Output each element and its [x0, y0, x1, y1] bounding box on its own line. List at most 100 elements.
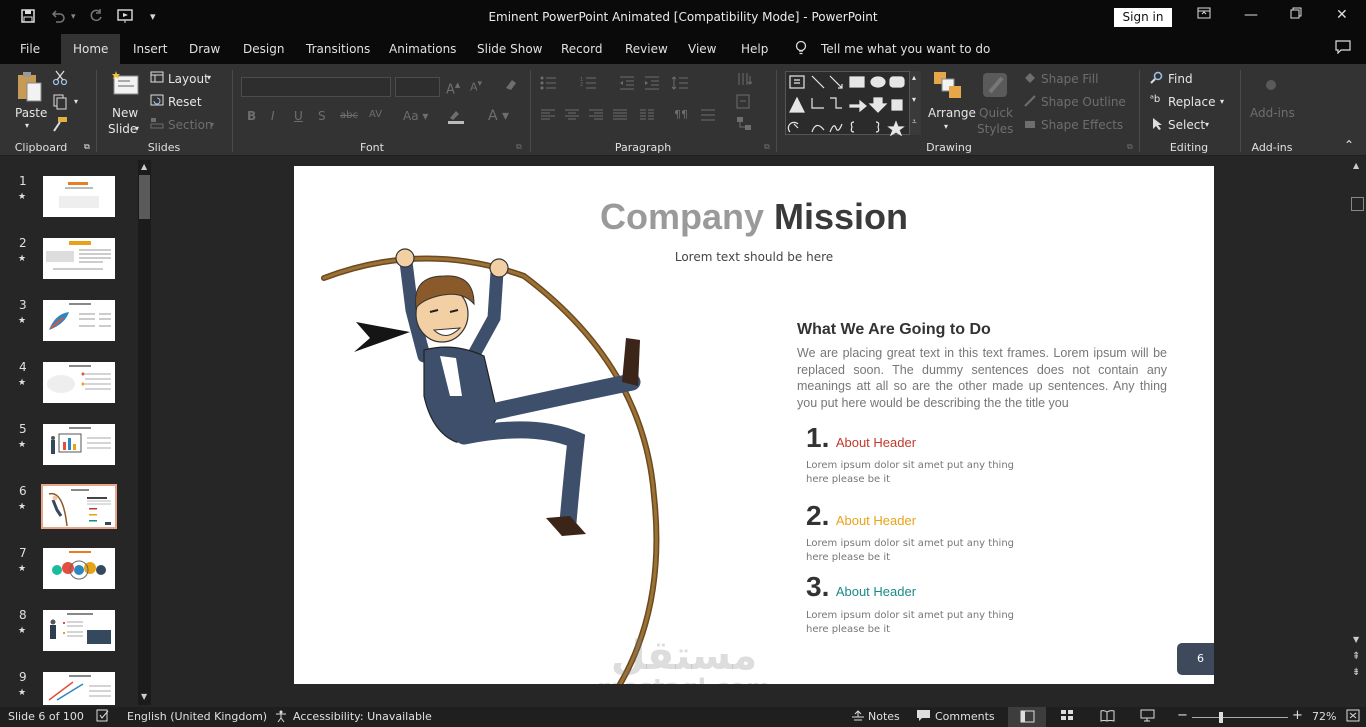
decrease-indent-icon[interactable] — [619, 76, 635, 93]
accessibility-status[interactable]: Accessibility: Unavailable — [293, 710, 432, 723]
quick-styles-button-line2[interactable]: Styles — [977, 122, 1013, 136]
scroll-up-icon[interactable]: ▲ — [1353, 161, 1359, 170]
clipboard-launcher-icon[interactable]: ⧉ — [84, 142, 90, 152]
accessibility-icon[interactable] — [274, 709, 288, 726]
slide-thumbnail-5[interactable] — [43, 424, 115, 465]
fit-to-window-icon[interactable] — [1346, 709, 1360, 725]
shadow-icon[interactable]: S — [318, 109, 326, 123]
section-dropdown-icon[interactable]: ▾ — [210, 120, 214, 129]
replace-button[interactable]: Replace — [1168, 95, 1215, 109]
shape-fill-icon[interactable] — [1023, 71, 1037, 88]
align-right-icon[interactable] — [588, 109, 604, 124]
section-button[interactable]: Section — [168, 118, 213, 132]
scroll-down-icon[interactable]: ▼ — [141, 692, 147, 701]
cut-icon[interactable] — [52, 70, 68, 89]
tab-record[interactable]: Record — [561, 42, 602, 56]
layout-icon[interactable] — [150, 71, 164, 86]
close-icon[interactable]: ✕ — [1336, 7, 1348, 23]
gallery-down-icon[interactable]: ▾ — [912, 95, 916, 104]
sign-in-button[interactable]: Sign in — [1114, 8, 1172, 27]
scroll-down-icon[interactable]: ▼ — [1353, 635, 1359, 644]
tab-draw[interactable]: Draw — [189, 42, 220, 56]
line-spacing-icon[interactable] — [671, 76, 689, 93]
font-launcher-icon[interactable]: ⧉ — [516, 142, 522, 152]
tab-review[interactable]: Review — [625, 42, 668, 56]
zoom-slider-thumb[interactable] — [1219, 712, 1223, 723]
gallery-up-icon[interactable]: ▴ — [912, 73, 916, 82]
normal-view-button[interactable] — [1008, 707, 1046, 727]
section-heading[interactable]: What We Are Going to Do — [797, 321, 1177, 339]
zoom-level[interactable]: 72% — [1312, 710, 1336, 723]
layout-button[interactable]: Layout — [168, 72, 209, 86]
select-button[interactable]: Select — [1168, 118, 1205, 132]
align-text-icon[interactable] — [700, 109, 716, 124]
replace-icon[interactable]: ᵃb — [1150, 94, 1160, 105]
find-icon[interactable] — [1150, 71, 1164, 88]
spelling-icon[interactable] — [96, 709, 110, 725]
copy-icon[interactable] — [52, 94, 68, 113]
italic-icon[interactable]: I — [271, 109, 275, 123]
comments-button[interactable]: Comments — [935, 710, 995, 723]
reset-icon[interactable] — [150, 94, 164, 109]
language-indicator[interactable]: English (United Kingdom) — [127, 710, 267, 723]
tab-home[interactable]: Home — [61, 34, 121, 64]
slide-thumbnail-3[interactable] — [43, 300, 115, 341]
bullets-icon[interactable] — [540, 76, 562, 93]
slide-title[interactable]: Company Mission — [294, 196, 1214, 238]
slide-sorter-icon[interactable] — [1060, 709, 1075, 725]
slide-thumbnail-6[interactable] — [41, 484, 117, 529]
slide-thumbnail-1[interactable] — [43, 176, 115, 217]
thumbnail-scrollbar[interactable]: ▲ ▼ — [138, 160, 151, 705]
quick-styles-icon[interactable] — [980, 70, 1012, 103]
tab-file[interactable]: File — [20, 42, 40, 56]
shape-fill-button[interactable]: Shape Fill — [1041, 72, 1098, 86]
addins-button[interactable]: Add-ins — [1250, 106, 1295, 120]
ribbon-display-icon[interactable] — [1197, 7, 1211, 23]
reading-view-icon[interactable] — [1100, 709, 1115, 725]
drawing-launcher-icon[interactable]: ⧉ — [1127, 142, 1133, 152]
numbering-icon[interactable]: 12 — [580, 76, 602, 93]
shape-effects-button[interactable]: Shape Effects — [1041, 118, 1123, 132]
slide-canvas[interactable]: Company Mission Lorem text should be her… — [294, 166, 1214, 684]
scroll-thumb[interactable] — [139, 175, 150, 219]
new-slide-button[interactable]: New — [112, 106, 138, 120]
zoom-in-icon[interactable]: + — [1292, 708, 1303, 723]
tab-help[interactable]: Help — [741, 42, 768, 56]
layout-dropdown-icon[interactable]: ▾ — [207, 73, 211, 82]
slide-thumbnail-7[interactable] — [43, 548, 115, 589]
comments-status-icon[interactable] — [916, 709, 931, 725]
clear-formatting-icon[interactable] — [503, 78, 519, 95]
item-body[interactable]: Lorem ipsum dolor sit amet put any thing… — [806, 537, 1014, 565]
align-left-icon[interactable] — [540, 109, 556, 124]
convert-smartart-icon[interactable] — [736, 116, 754, 135]
text-direction-icon[interactable]: ¶¶ — [674, 108, 688, 121]
new-slide-dropdown-icon[interactable]: ▾ — [135, 124, 139, 133]
highlight-icon[interactable] — [446, 108, 466, 127]
notes-button[interactable]: Notes — [868, 710, 900, 723]
format-painter-icon[interactable] — [52, 116, 68, 135]
tab-animations[interactable]: Animations — [389, 42, 456, 56]
shape-outline-button[interactable]: Shape Outline — [1041, 95, 1126, 109]
item-body[interactable]: Lorem ipsum dolor sit amet put any thing… — [806, 609, 1014, 637]
increase-font-icon[interactable]: A▴ — [446, 78, 460, 97]
slide-counter[interactable]: Slide 6 of 100 — [8, 710, 84, 723]
reset-button[interactable]: Reset — [168, 95, 202, 109]
text-direction-dropdown-icon[interactable] — [736, 70, 754, 91]
justify-icon[interactable] — [612, 109, 628, 124]
addins-icon[interactable] — [1264, 78, 1278, 95]
shapes-gallery-scroll[interactable]: ▴ ▾ ⩡ — [909, 71, 921, 135]
paste-dropdown-icon[interactable]: ▾ — [25, 121, 29, 130]
new-slide-button-line2[interactable]: Slide — [108, 122, 137, 136]
quick-styles-button[interactable]: Quick — [979, 106, 1013, 120]
strikethrough-icon[interactable]: abc — [340, 110, 358, 121]
copy-dropdown-icon[interactable]: ▾ — [74, 97, 78, 106]
font-name-input[interactable] — [241, 77, 391, 97]
bold-icon[interactable]: B — [247, 109, 256, 123]
businessman-illustration[interactable] — [314, 246, 674, 684]
paste-icon[interactable] — [16, 70, 44, 107]
tab-transitions[interactable]: Transitions — [306, 42, 370, 56]
tab-insert[interactable]: Insert — [133, 42, 167, 56]
previous-slide-icon[interactable]: ⇞ — [1352, 651, 1360, 662]
minimize-icon[interactable]: — — [1244, 7, 1258, 23]
next-slide-icon[interactable]: ⇟ — [1352, 667, 1360, 678]
